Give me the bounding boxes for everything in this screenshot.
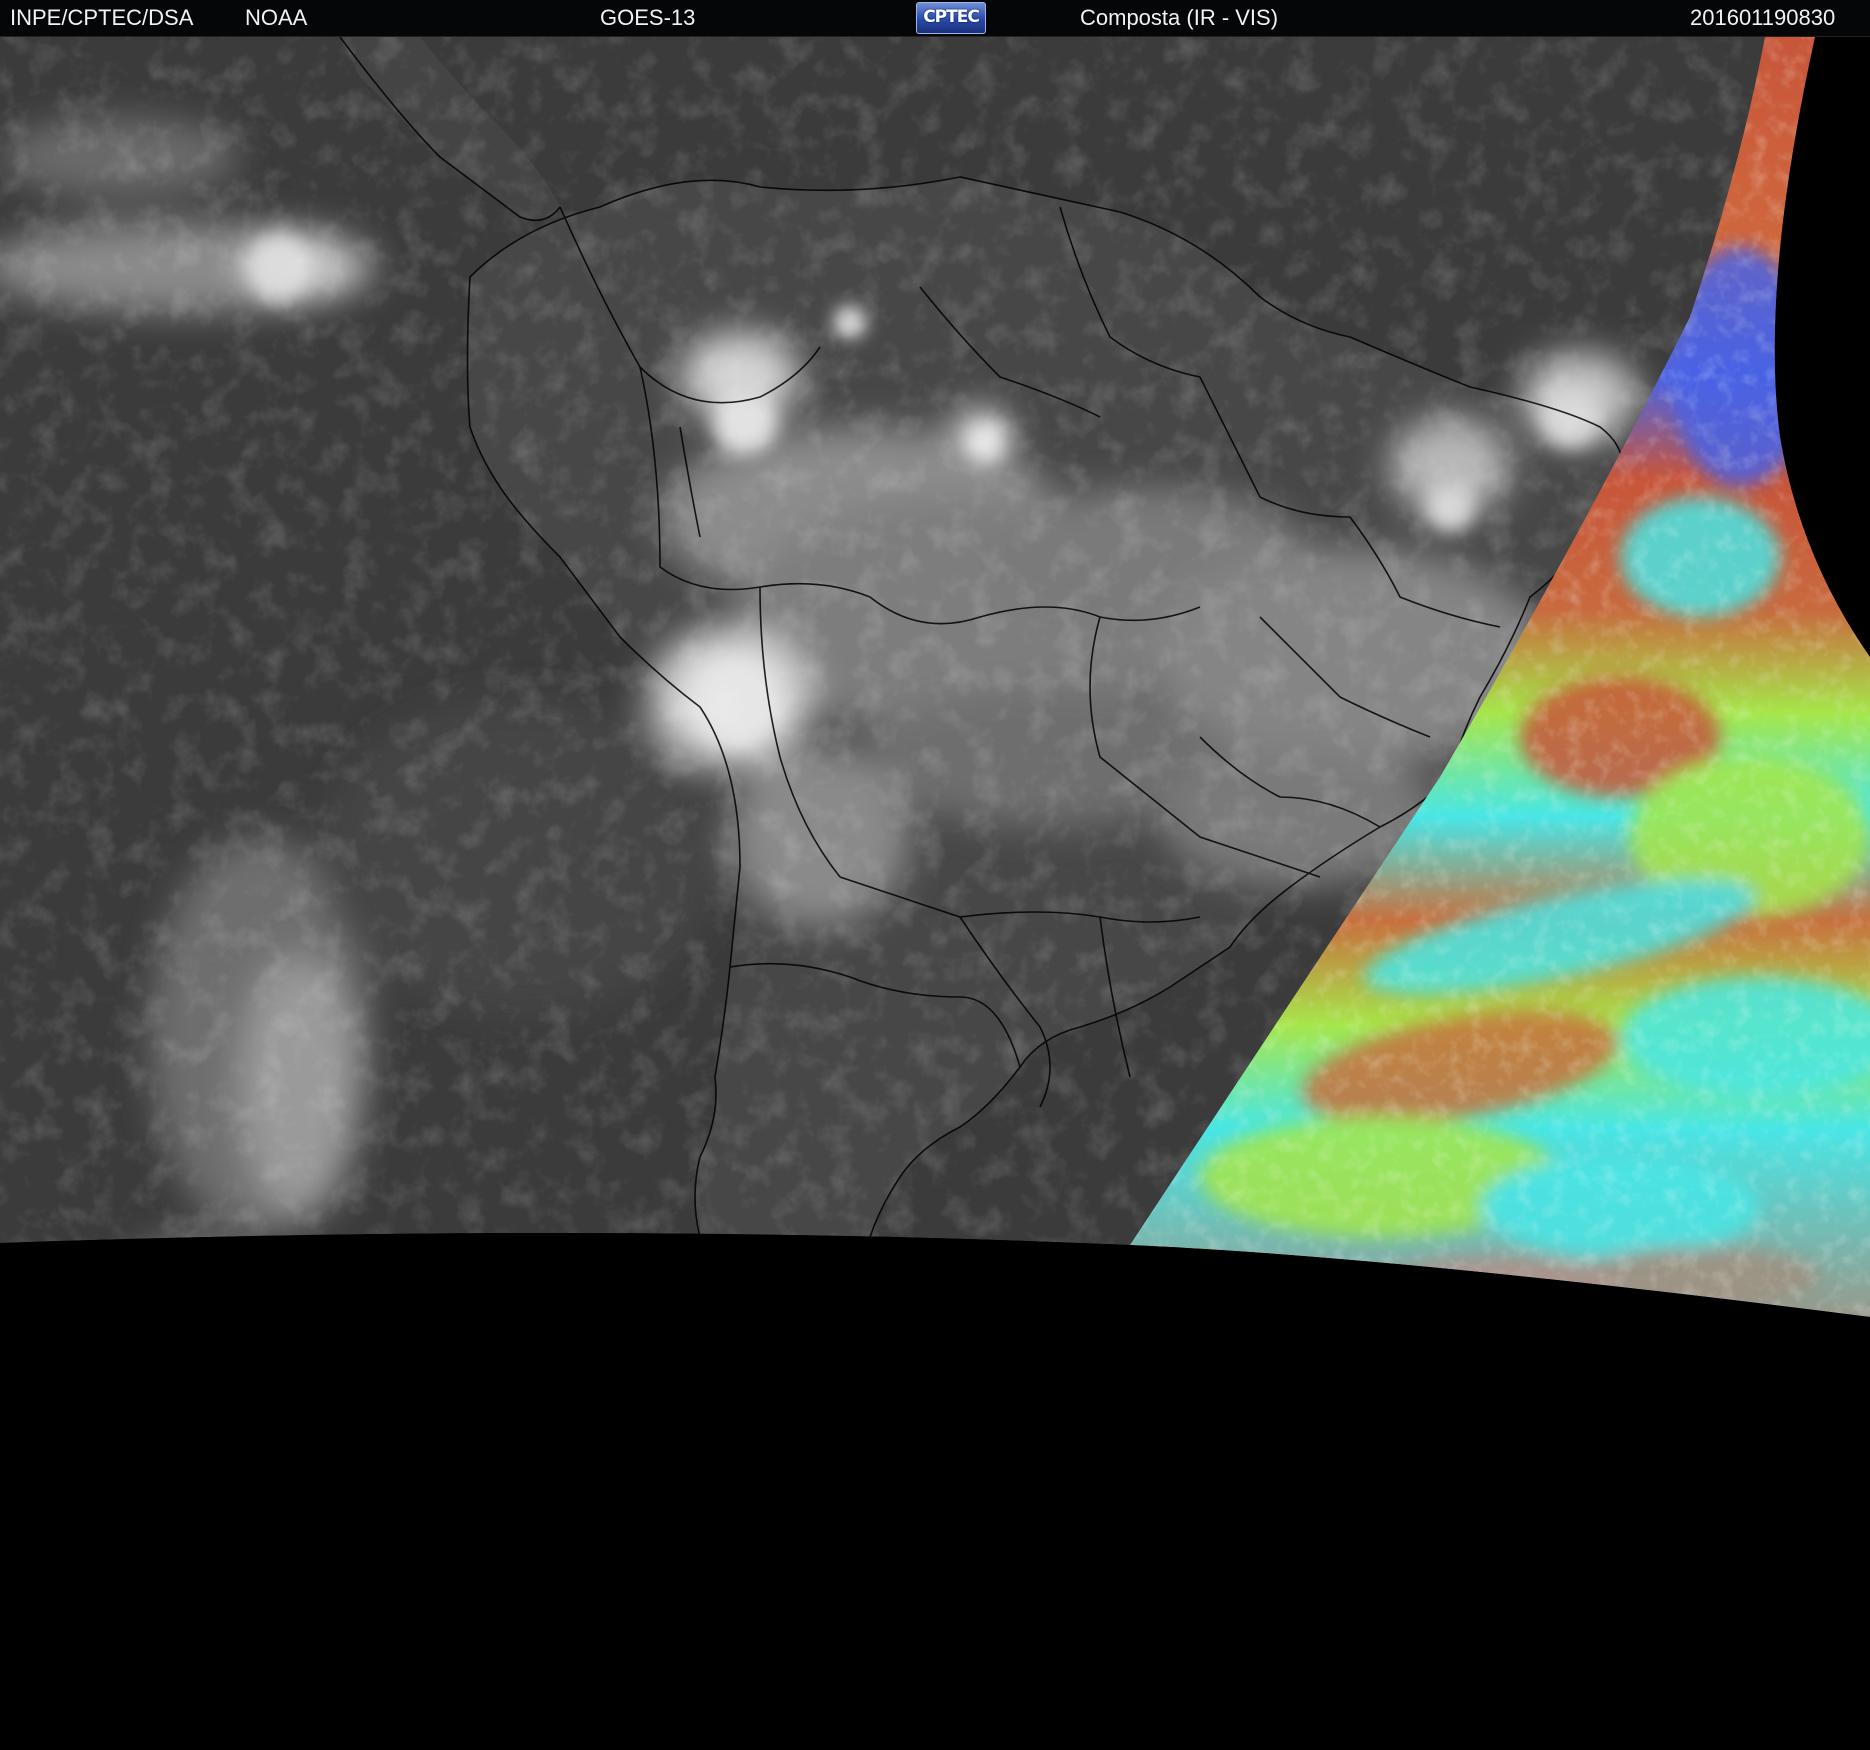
image-header-bar: INPE/CPTEC/DSA NOAA GOES-13 CPTEC Compos… (0, 0, 1870, 37)
satellite-image-frame: INPE/CPTEC/DSA NOAA GOES-13 CPTEC Compos… (0, 0, 1870, 1750)
satellite-map (0, 37, 1870, 1750)
provider-label: NOAA (245, 5, 308, 30)
timestamp-label: 201601190830 (1690, 5, 1836, 30)
agency-label: INPE/CPTEC/DSA (10, 5, 194, 30)
product-label: Composta (IR - VIS) (1080, 5, 1279, 30)
satellite-label: GOES-13 (600, 5, 696, 30)
cptec-logo-text: CPTEC (923, 7, 980, 27)
cptec-logo: CPTEC (916, 2, 986, 34)
satellite-map-svg (0, 37, 1870, 1750)
nodata-bottom (0, 1232, 1870, 1750)
